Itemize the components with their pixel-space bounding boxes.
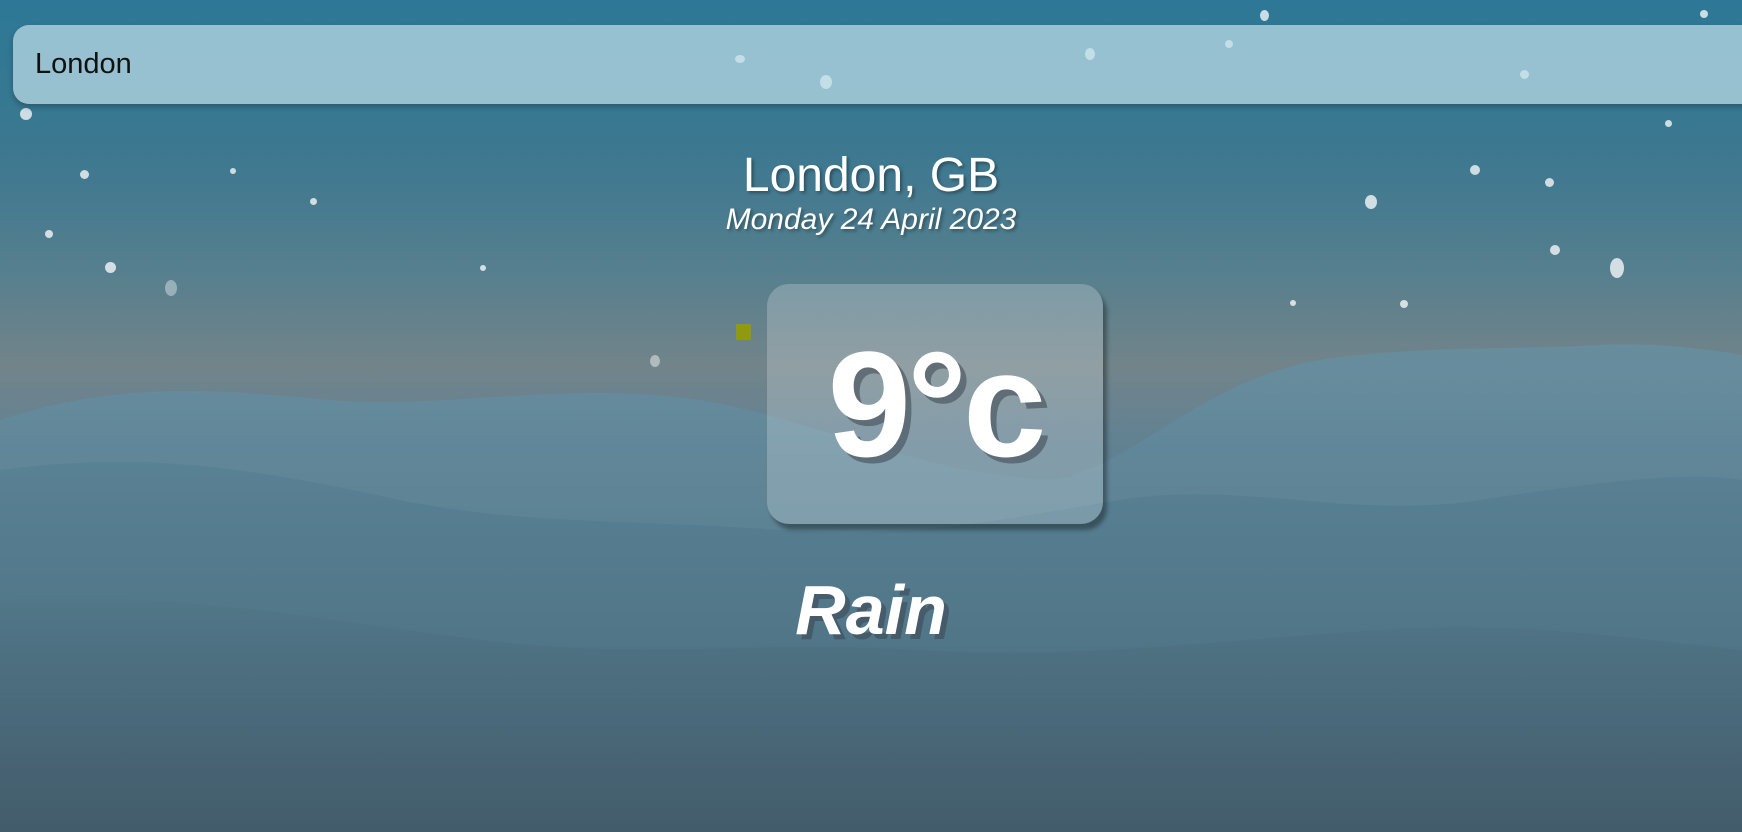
- snowflake: [1610, 258, 1624, 278]
- snowflake: [1260, 10, 1269, 21]
- snowflake: [1550, 245, 1560, 255]
- snowflake: [480, 265, 486, 271]
- snowflake: [105, 262, 116, 273]
- current-date: Monday 24 April 2023: [725, 203, 1017, 236]
- temperature-card: 9°c: [767, 284, 1103, 524]
- snowflake: [1665, 120, 1672, 127]
- snowflake: [650, 355, 660, 367]
- snowflake: [1700, 10, 1708, 18]
- status-marker: [736, 324, 751, 340]
- snowflake: [165, 280, 177, 296]
- snowflake: [1400, 300, 1408, 308]
- location-name: London, GB: [742, 149, 1000, 202]
- snowflake: [20, 108, 32, 120]
- temperature-value: 9°c: [827, 319, 1047, 488]
- snowflake: [1290, 300, 1296, 306]
- search-bar: [13, 25, 1742, 104]
- weather-condition: Rain: [795, 571, 947, 649]
- city-search-input[interactable]: [35, 25, 935, 104]
